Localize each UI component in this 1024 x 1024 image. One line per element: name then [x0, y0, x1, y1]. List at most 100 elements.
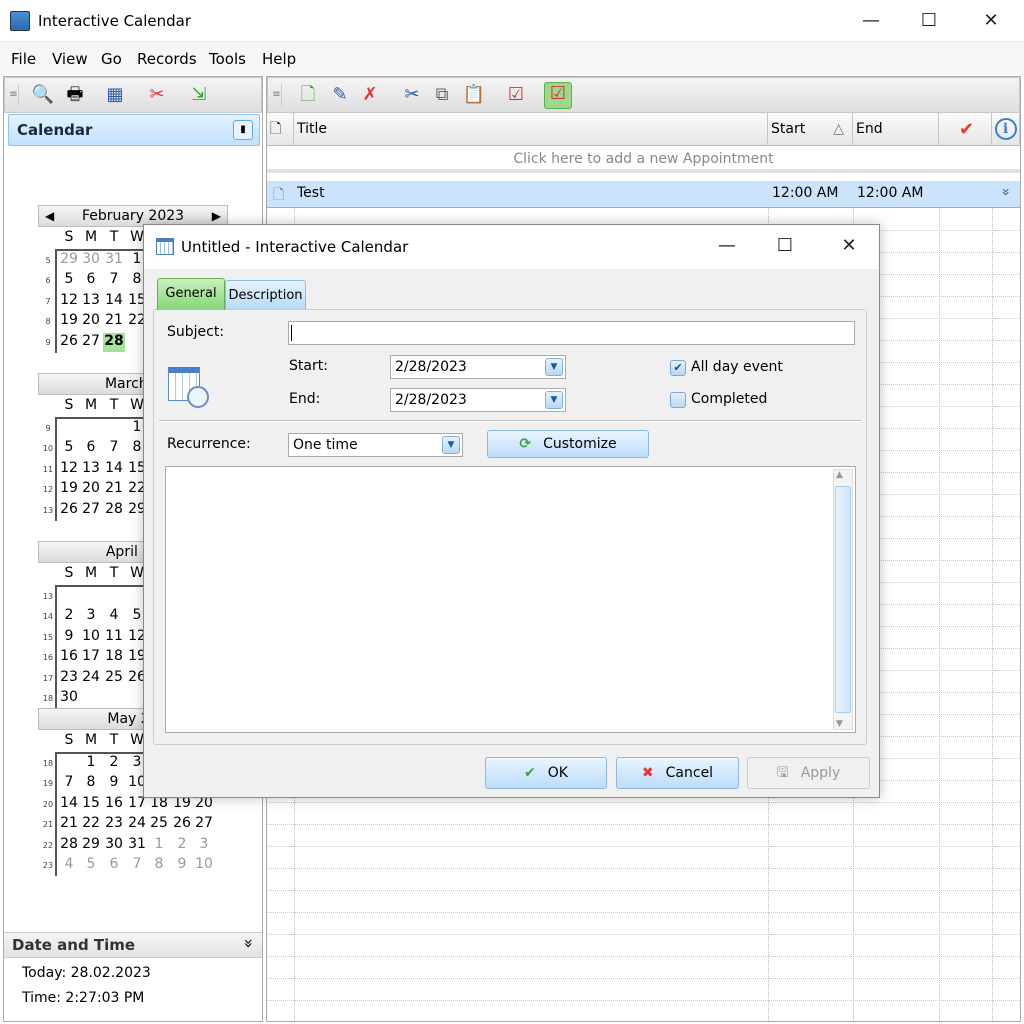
day-cell[interactable]: 1: [148, 836, 170, 855]
day-cell[interactable]: 19: [58, 312, 80, 331]
day-cell[interactable]: 4: [58, 856, 80, 875]
day-cell[interactable]: 27: [193, 815, 215, 834]
day-cell[interactable]: 16: [103, 795, 125, 814]
add-new-appointment-row[interactable]: Click here to add a new Appointment: [267, 146, 1020, 173]
recurrence-select[interactable]: One time ▼: [288, 433, 463, 457]
column-end[interactable]: End: [853, 113, 939, 146]
scroll-up-icon[interactable]: ▲: [836, 470, 843, 480]
day-cell[interactable]: 10: [193, 856, 215, 875]
day-cell[interactable]: 14: [58, 795, 80, 814]
menu-help[interactable]: Help: [262, 50, 296, 68]
day-cell[interactable]: 25: [148, 815, 170, 834]
all-day-checkbox[interactable]: ✔: [670, 360, 686, 376]
day-cell[interactable]: 21: [58, 815, 80, 834]
day-cell[interactable]: 12: [58, 292, 80, 311]
menu-go[interactable]: Go: [101, 50, 122, 68]
table-row[interactable]: 🗋 Test 12:00 AM 12:00 AM »: [267, 181, 1020, 208]
day-cell[interactable]: 20: [80, 312, 102, 331]
maximize-button[interactable]: ☐: [900, 0, 958, 42]
recurrence-details-area[interactable]: ▲ ▼: [165, 466, 856, 733]
day-cell[interactable]: 20: [80, 480, 102, 499]
edit-appointment-icon[interactable]: ✎: [328, 84, 352, 106]
day-cell[interactable]: 3: [193, 836, 215, 855]
day-cell[interactable]: 7: [103, 439, 125, 458]
close-button[interactable]: ✕: [962, 0, 1020, 42]
day-cell[interactable]: 17: [80, 648, 102, 667]
day-cell[interactable]: 2: [103, 754, 125, 773]
cut-icon[interactable]: ✂: [400, 84, 424, 106]
day-cell[interactable]: 8: [80, 774, 102, 793]
menu-tools[interactable]: Tools: [209, 50, 246, 68]
day-cell[interactable]: 30: [103, 836, 125, 855]
day-cell[interactable]: 6: [80, 271, 102, 290]
day-cell[interactable]: 5: [80, 856, 102, 875]
scrollbar-thumb[interactable]: [835, 486, 851, 713]
column-title[interactable]: Title: [294, 113, 768, 146]
day-cell[interactable]: 30: [80, 251, 102, 270]
import-icon[interactable]: ⇲: [187, 84, 211, 106]
dialog-maximize-button[interactable]: ☐: [756, 225, 814, 267]
day-cell[interactable]: 19: [58, 480, 80, 499]
day-cell[interactable]: 27: [80, 501, 102, 520]
menu-view[interactable]: View: [52, 50, 88, 68]
dialog-close-button[interactable]: ✕: [820, 225, 878, 267]
day-cell[interactable]: 7: [126, 856, 148, 875]
day-cell[interactable]: 7: [58, 774, 80, 793]
completed-checkbox[interactable]: [670, 392, 686, 408]
calendar-view-icon[interactable]: ▦: [103, 84, 127, 106]
day-cell[interactable]: 29: [58, 251, 80, 270]
day-cell[interactable]: 31: [126, 836, 148, 855]
day-cell[interactable]: 14: [103, 292, 125, 311]
cancel-button[interactable]: ✖ Cancel: [616, 757, 739, 789]
subject-input[interactable]: [288, 321, 855, 345]
apply-button[interactable]: 🖫 Apply: [747, 757, 870, 789]
dialog-minimize-button[interactable]: —: [698, 225, 756, 267]
day-cell[interactable]: 2: [171, 836, 193, 855]
pin-icon[interactable]: ▮: [233, 120, 253, 140]
minimize-button[interactable]: —: [842, 0, 900, 42]
tools-icon[interactable]: ✂: [145, 84, 169, 106]
day-cell[interactable]: 14: [103, 460, 125, 479]
chevron-down-icon[interactable]: ▼: [545, 391, 563, 409]
day-cell[interactable]: 27: [80, 333, 102, 352]
chevron-down-icon[interactable]: ▼: [442, 436, 460, 454]
day-cell[interactable]: 9: [103, 774, 125, 793]
day-cell[interactable]: 13: [80, 292, 102, 311]
vertical-scrollbar[interactable]: ▲ ▼: [833, 469, 853, 730]
day-cell[interactable]: 23: [58, 669, 80, 688]
today-day-cell[interactable]: 28: [103, 332, 125, 352]
start-date-picker[interactable]: 2/28/2023 ▼: [390, 355, 566, 379]
day-cell[interactable]: 9: [58, 628, 80, 647]
day-cell[interactable]: 1: [80, 754, 102, 773]
ok-button[interactable]: ✔ OK: [485, 757, 607, 789]
day-cell[interactable]: 29: [80, 836, 102, 855]
day-cell[interactable]: 21: [103, 480, 125, 499]
day-cell[interactable]: 3: [80, 607, 102, 626]
day-cell[interactable]: 26: [171, 815, 193, 834]
day-cell[interactable]: 8: [148, 856, 170, 875]
paste-icon[interactable]: 📋: [462, 84, 486, 106]
customize-button[interactable]: ⟳ Customize: [487, 430, 649, 458]
end-date-picker[interactable]: 2/28/2023 ▼: [390, 388, 566, 412]
expand-icon[interactable]: »: [997, 188, 1013, 197]
day-cell[interactable]: 2: [58, 607, 80, 626]
active-tasks-icon[interactable]: ☑: [544, 82, 572, 109]
day-cell[interactable]: 28: [103, 501, 125, 520]
delete-appointment-icon[interactable]: ✗: [358, 84, 382, 106]
tasks-icon[interactable]: ☑: [504, 84, 528, 106]
day-cell[interactable]: 18: [103, 648, 125, 667]
day-cell[interactable]: 28: [58, 836, 80, 855]
column-start[interactable]: Start △: [768, 113, 853, 146]
menu-file[interactable]: File: [11, 50, 36, 68]
day-cell[interactable]: 21: [103, 312, 125, 331]
day-cell[interactable]: 26: [58, 501, 80, 520]
day-cell[interactable]: 11: [103, 628, 125, 647]
tab-description[interactable]: Description: [225, 280, 306, 310]
chevron-down-icon[interactable]: ▼: [545, 358, 563, 376]
day-cell[interactable]: 6: [80, 439, 102, 458]
day-cell[interactable]: 15: [80, 795, 102, 814]
day-cell[interactable]: 23: [103, 815, 125, 834]
day-cell[interactable]: 9: [171, 856, 193, 875]
collapse-icon[interactable]: »: [240, 939, 259, 949]
day-cell[interactable]: 24: [80, 669, 102, 688]
